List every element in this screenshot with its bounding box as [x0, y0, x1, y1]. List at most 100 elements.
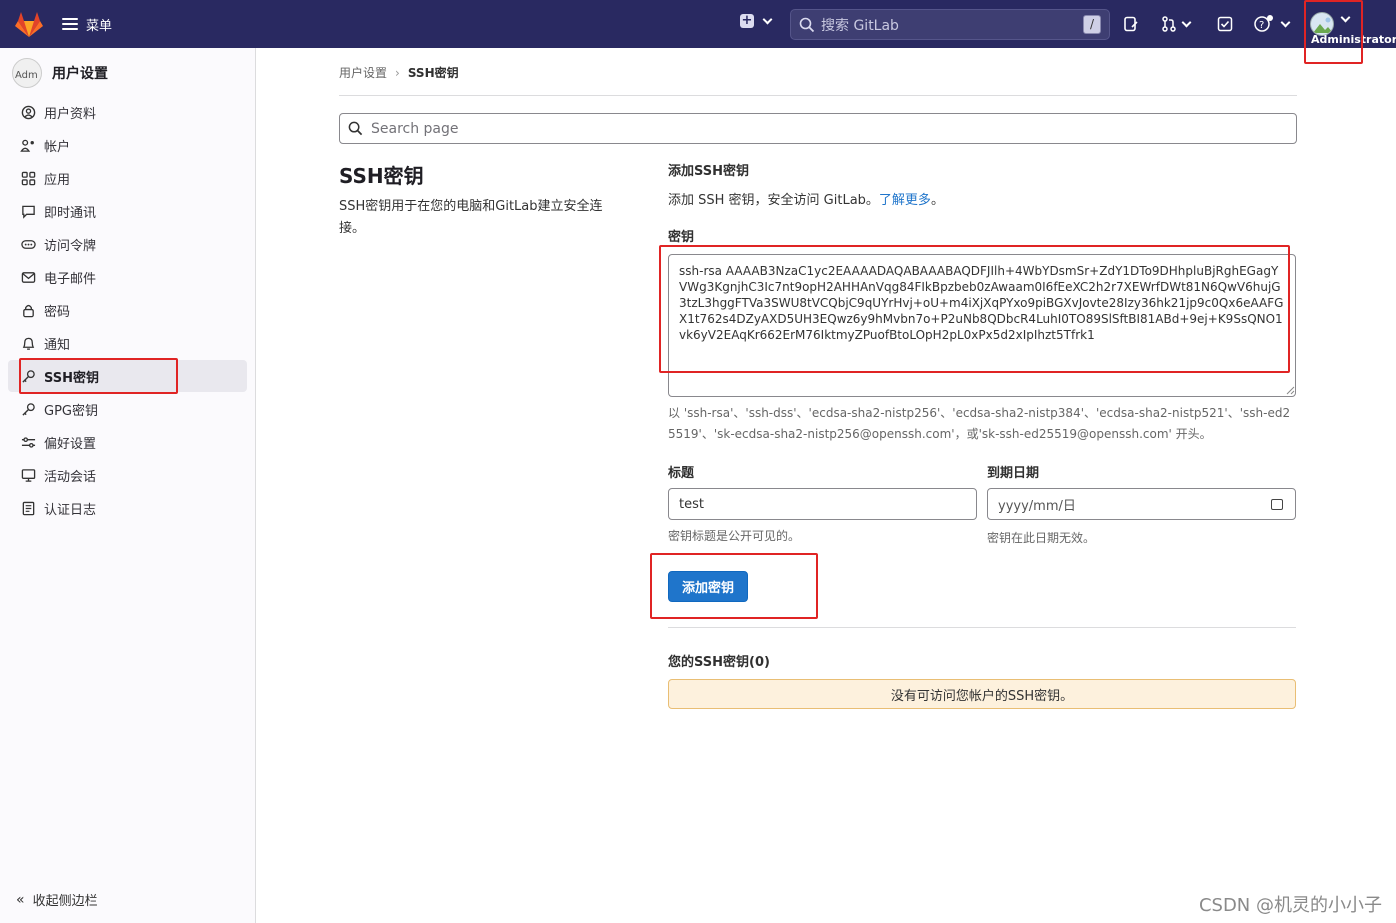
sidebar-item-label: GPG密钥: [44, 403, 98, 419]
bell-icon: [20, 335, 36, 351]
sidebar-item-label: 访问令牌: [44, 238, 97, 254]
sidebar-avatar: Adm: [12, 58, 42, 88]
title-help: 密钥标题是公开可见的。: [668, 529, 801, 543]
chevron-down-icon: [1280, 17, 1291, 27]
sidebar-item-label: 活动会话: [44, 469, 97, 485]
key-help-text: 以 'ssh-rsa'、'ssh-dss'、'ecdsa-sha2-nistp2…: [668, 406, 1291, 441]
sidebar-item-label: 即时通讯: [44, 205, 97, 221]
divider: [339, 95, 1297, 96]
breadcrumb-parent[interactable]: 用户设置: [339, 64, 387, 81]
issues-icon: [1124, 16, 1138, 32]
sidebar-item[interactable]: 活动会话: [8, 459, 247, 491]
sidebar-item[interactable]: 帐户: [8, 129, 247, 161]
todos-button[interactable]: [1217, 14, 1233, 34]
chevron-down-icon: [762, 14, 773, 24]
add-key-button[interactable]: 添加密钥: [668, 571, 748, 602]
expiry-placeholder: yyyy/mm/日: [998, 498, 1076, 514]
sidebar-item-label: 帐户: [44, 139, 71, 155]
merge-requests-button[interactable]: [1161, 14, 1192, 34]
menu-button[interactable]: 菜单: [62, 12, 112, 36]
sidebar-item[interactable]: 认证日志: [8, 492, 247, 524]
sidebar-item-label: 认证日志: [44, 502, 97, 518]
calendar-icon[interactable]: [1271, 499, 1283, 510]
keys-list-heading: 您的SSH密钥(0): [668, 655, 770, 670]
sidebar-item[interactable]: 通知: [8, 327, 247, 359]
sidebar-item-label: 电子邮件: [44, 271, 97, 287]
sidebar-item[interactable]: 电子邮件: [8, 261, 247, 293]
sidebar-header[interactable]: Adm 用户设置: [12, 58, 108, 88]
user-name: Administrator: [1311, 33, 1396, 46]
chevron-down-icon: [1181, 17, 1192, 27]
menu-label: 菜单: [86, 18, 113, 34]
log-icon: [20, 500, 36, 516]
svg-text:?: ?: [1259, 20, 1264, 31]
expiry-label: 到期日期: [987, 466, 1040, 481]
add-key-heading: 添加SSH密钥: [668, 164, 750, 179]
new-dropdown-button[interactable]: +: [740, 13, 773, 28]
mail-icon: [20, 269, 36, 285]
sidebar-item-label: 密码: [44, 304, 71, 320]
expiry-date-input[interactable]: yyyy/mm/日: [987, 488, 1296, 520]
profile-icon: [20, 104, 36, 120]
expiry-help: 密钥在此日期无效。: [987, 531, 1096, 545]
divider: [668, 627, 1296, 628]
sidebar-title: 用户设置: [52, 66, 108, 82]
preferences-icon: [20, 434, 36, 450]
add-key-intro-text: 添加 SSH 密钥，安全访问 GitLab。: [668, 193, 879, 208]
key-icon: [20, 401, 36, 417]
sidebar-item-label: 用户资料: [44, 106, 97, 122]
issues-button[interactable]: [1123, 14, 1139, 34]
search-shortcut-badge: /: [1083, 15, 1101, 34]
collapse-sidebar-label: 收起侧边栏: [32, 894, 98, 909]
help-icon: ?: [1254, 15, 1273, 32]
sidebar-item[interactable]: 即时通讯: [8, 195, 247, 227]
sidebar-item[interactable]: 访问令牌: [8, 228, 247, 260]
user-menu-chevron[interactable]: [1340, 12, 1351, 23]
sidebar-item[interactable]: 用户资料: [8, 96, 247, 128]
gitlab-logo-icon[interactable]: [14, 10, 44, 38]
chat-icon: [20, 203, 36, 219]
double-chevron-left-icon: «: [16, 891, 25, 908]
search-page-input[interactable]: Search page: [339, 113, 1297, 144]
key-icon: [20, 368, 36, 384]
applications-icon: [20, 170, 36, 186]
sidebar-item-label: SSH密钥: [44, 370, 100, 386]
sidebar-item[interactable]: GPG密钥: [8, 393, 247, 425]
sidebar-item-label: 通知: [44, 337, 71, 353]
top-bar: 菜单 + 搜索 GitLab / ? Administrator: [0, 0, 1396, 48]
sidebar-item[interactable]: 应用: [8, 162, 247, 194]
sidebar-item[interactable]: 密码: [8, 294, 247, 326]
search-input[interactable]: 搜索 GitLab /: [790, 9, 1110, 40]
watermark: CSDN @机灵的小小子: [1198, 895, 1382, 916]
key-label: 密钥: [668, 230, 695, 245]
empty-keys-alert: 没有可访问您帐户的SSH密钥。: [668, 679, 1296, 709]
collapse-sidebar-button[interactable]: « 收起侧边栏: [16, 890, 98, 910]
sessions-icon: [20, 467, 36, 483]
page-description: SSH密钥用于在您的电脑和GitLab建立安全连接。: [339, 199, 603, 236]
todo-icon: [1217, 16, 1233, 32]
search-page-placeholder: Search page: [371, 120, 459, 137]
search-icon: [799, 17, 815, 32]
breadcrumb-separator-icon: ›: [395, 65, 400, 80]
sidebar-item[interactable]: 偏好设置: [8, 426, 247, 458]
breadcrumb-current: SSH密钥: [407, 66, 459, 80]
account-icon: [20, 137, 36, 153]
key-textarea[interactable]: ssh-rsa AAAAB3NzaC1yc2EAAAADAQABAAABAQDF…: [668, 254, 1296, 397]
page-title: SSH密钥: [339, 164, 424, 188]
help-button[interactable]: ?: [1254, 14, 1291, 34]
sidebar-item[interactable]: SSH密钥: [8, 360, 247, 392]
learn-more-link[interactable]: 了解更多: [879, 193, 931, 208]
search-placeholder: 搜索 GitLab: [821, 17, 899, 34]
hamburger-icon: [62, 18, 78, 30]
title-input[interactable]: test: [668, 488, 977, 520]
sidebar: Adm 用户设置 用户资料帐户应用即时通讯访问令牌电子邮件密码通知 SSH密钥 GP…: [0, 48, 256, 923]
add-key-intro-end: 。: [930, 193, 944, 208]
chevron-down-icon: [1340, 12, 1351, 23]
resize-handle-icon[interactable]: [1286, 386, 1295, 395]
plus-icon: +: [740, 13, 754, 28]
merge-request-icon: [1162, 16, 1176, 32]
add-key-intro: 添加 SSH 密钥，安全访问 GitLab。了解更多。: [668, 189, 944, 208]
search-icon: [348, 121, 363, 136]
token-icon: [20, 236, 36, 252]
breadcrumb: 用户设置 › SSH密钥: [339, 64, 459, 81]
